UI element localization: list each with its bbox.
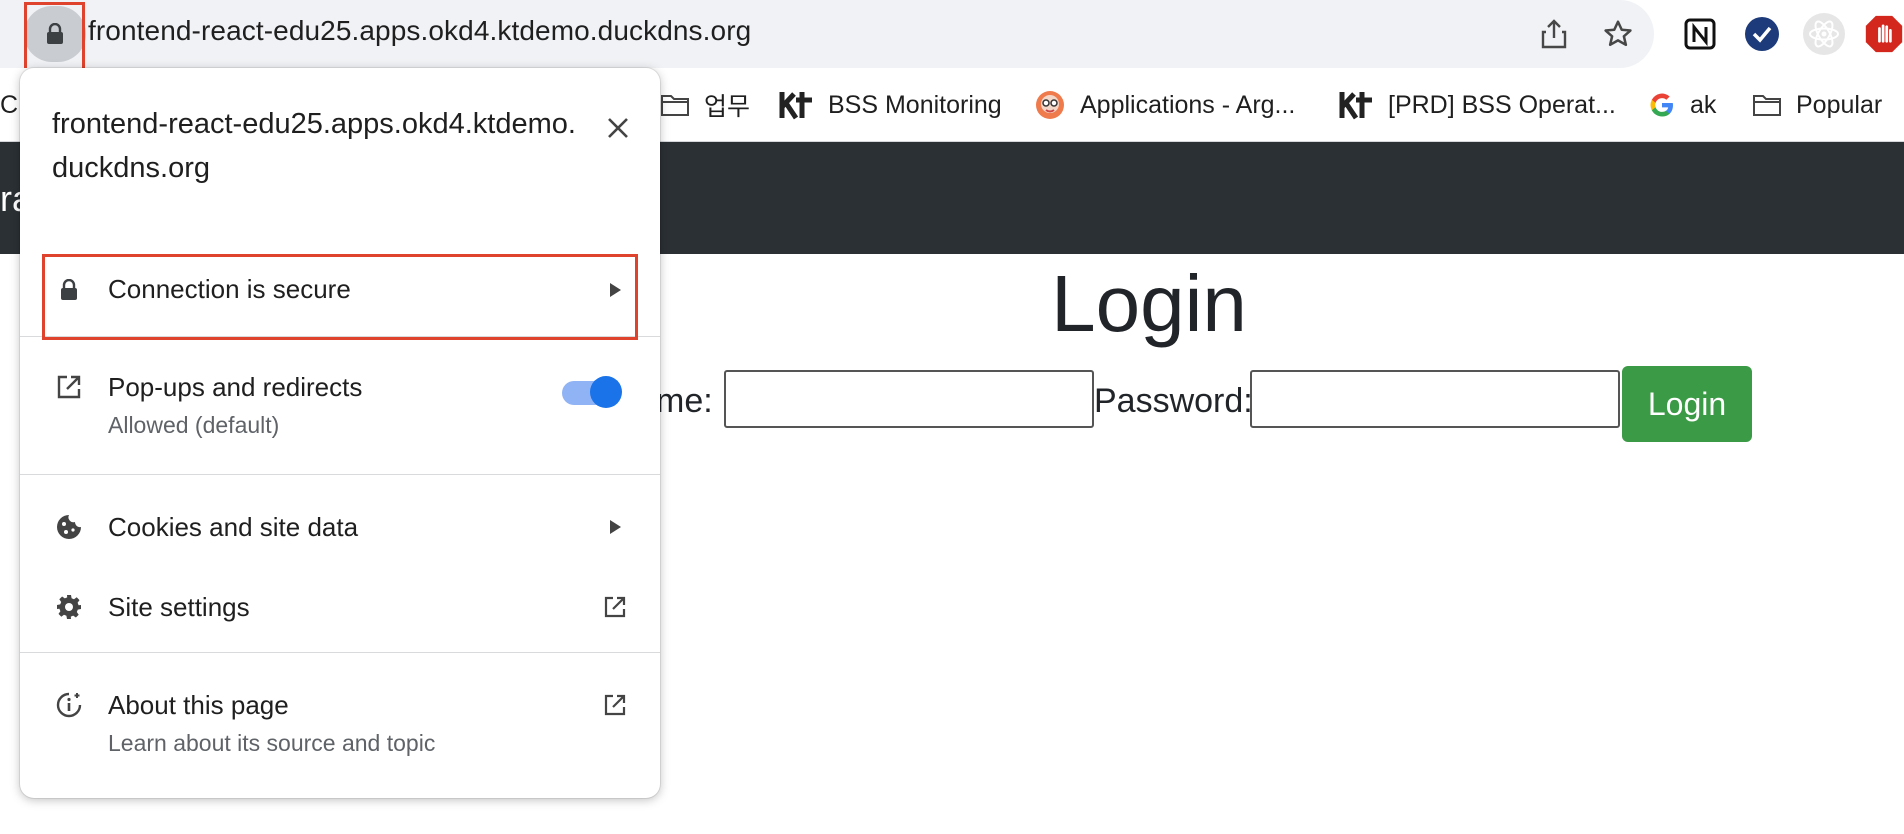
external-link-icon[interactable] bbox=[598, 688, 632, 722]
bookmark-label: Applications - Arg... bbox=[1080, 90, 1296, 119]
url-text[interactable]: frontend-react-edu25.apps.okd4.ktdemo.du… bbox=[88, 15, 751, 47]
toggle-knob bbox=[590, 376, 622, 408]
notion-extension-icon[interactable] bbox=[1678, 12, 1722, 56]
folder-icon bbox=[660, 93, 690, 117]
about-page-icon bbox=[52, 688, 86, 722]
username-input[interactable] bbox=[724, 370, 1094, 428]
external-link-icon bbox=[52, 370, 86, 404]
adblock-extension-icon[interactable] bbox=[1864, 12, 1904, 56]
cookie-icon bbox=[52, 510, 86, 544]
close-icon[interactable] bbox=[596, 106, 640, 150]
popups-toggle[interactable] bbox=[560, 373, 622, 409]
argo-icon bbox=[1034, 89, 1066, 121]
login-button[interactable]: Login bbox=[1622, 366, 1752, 442]
site-info-button[interactable] bbox=[24, 6, 86, 62]
lock-icon bbox=[52, 273, 86, 307]
divider bbox=[20, 336, 660, 337]
bookmark-folder-popular[interactable]: Popular bbox=[1752, 88, 1882, 122]
browser-toolbar: frontend-react-edu25.apps.okd4.ktdemo.du… bbox=[0, 0, 1904, 68]
bookmark-star-icon[interactable] bbox=[1600, 16, 1636, 52]
bookmark-label: BSS Monitoring bbox=[828, 90, 1002, 119]
popup-site-title: frontend-react-edu25.apps.okd4.ktdemo.du… bbox=[52, 108, 576, 184]
bookmark-prd-bss-operations[interactable]: [PRD] BSS Operat... bbox=[1338, 88, 1616, 122]
divider bbox=[20, 474, 660, 475]
divider bbox=[20, 652, 660, 653]
address-bar[interactable]: frontend-react-edu25.apps.okd4.ktdemo.du… bbox=[0, 0, 1654, 68]
checkmark-extension-icon[interactable] bbox=[1740, 12, 1784, 56]
bookmark-bss-monitoring[interactable]: BSS Monitoring bbox=[778, 88, 1002, 122]
bookmark-label: 업무 bbox=[704, 93, 751, 121]
bookmark-label: [PRD] BSS Operat... bbox=[1388, 90, 1616, 119]
password-label: Password: bbox=[1094, 382, 1253, 420]
about-page-item[interactable]: About this page bbox=[108, 690, 289, 721]
site-settings-item[interactable]: Site settings bbox=[108, 592, 250, 623]
arrow-right-icon[interactable] bbox=[598, 273, 632, 307]
kt-logo-icon bbox=[1338, 90, 1374, 120]
bookmark-ak[interactable]: ak bbox=[1648, 88, 1716, 122]
external-link-icon[interactable] bbox=[598, 590, 632, 624]
site-info-popup: frontend-react-edu25.apps.okd4.ktdemo.du… bbox=[20, 68, 660, 798]
bookmark-folder-work[interactable]: 업무 bbox=[660, 88, 750, 122]
arrow-right-icon[interactable] bbox=[598, 510, 632, 544]
connection-secure-item[interactable]: Connection is secure bbox=[108, 274, 351, 305]
cookies-site-data-item[interactable]: Cookies and site data bbox=[108, 512, 358, 543]
share-icon[interactable] bbox=[1536, 16, 1572, 52]
popups-status: Allowed (default) bbox=[108, 412, 280, 438]
bookmark-label: Popular bbox=[1796, 90, 1883, 119]
bookmark-argo-applications[interactable]: Applications - Arg... bbox=[1034, 88, 1295, 122]
about-page-subtitle: Learn about its source and topic bbox=[108, 730, 436, 756]
password-input[interactable] bbox=[1250, 370, 1620, 428]
username-label: me: bbox=[656, 382, 713, 420]
folder-icon bbox=[1752, 93, 1782, 117]
kt-logo-icon bbox=[778, 90, 814, 120]
bookmark-label: ak bbox=[1690, 90, 1717, 119]
gear-icon bbox=[52, 590, 86, 624]
lock-icon bbox=[47, 23, 63, 44]
react-devtools-icon[interactable] bbox=[1802, 12, 1846, 56]
popups-redirects-label: Pop-ups and redirects bbox=[108, 372, 363, 402]
google-icon bbox=[1648, 91, 1676, 119]
